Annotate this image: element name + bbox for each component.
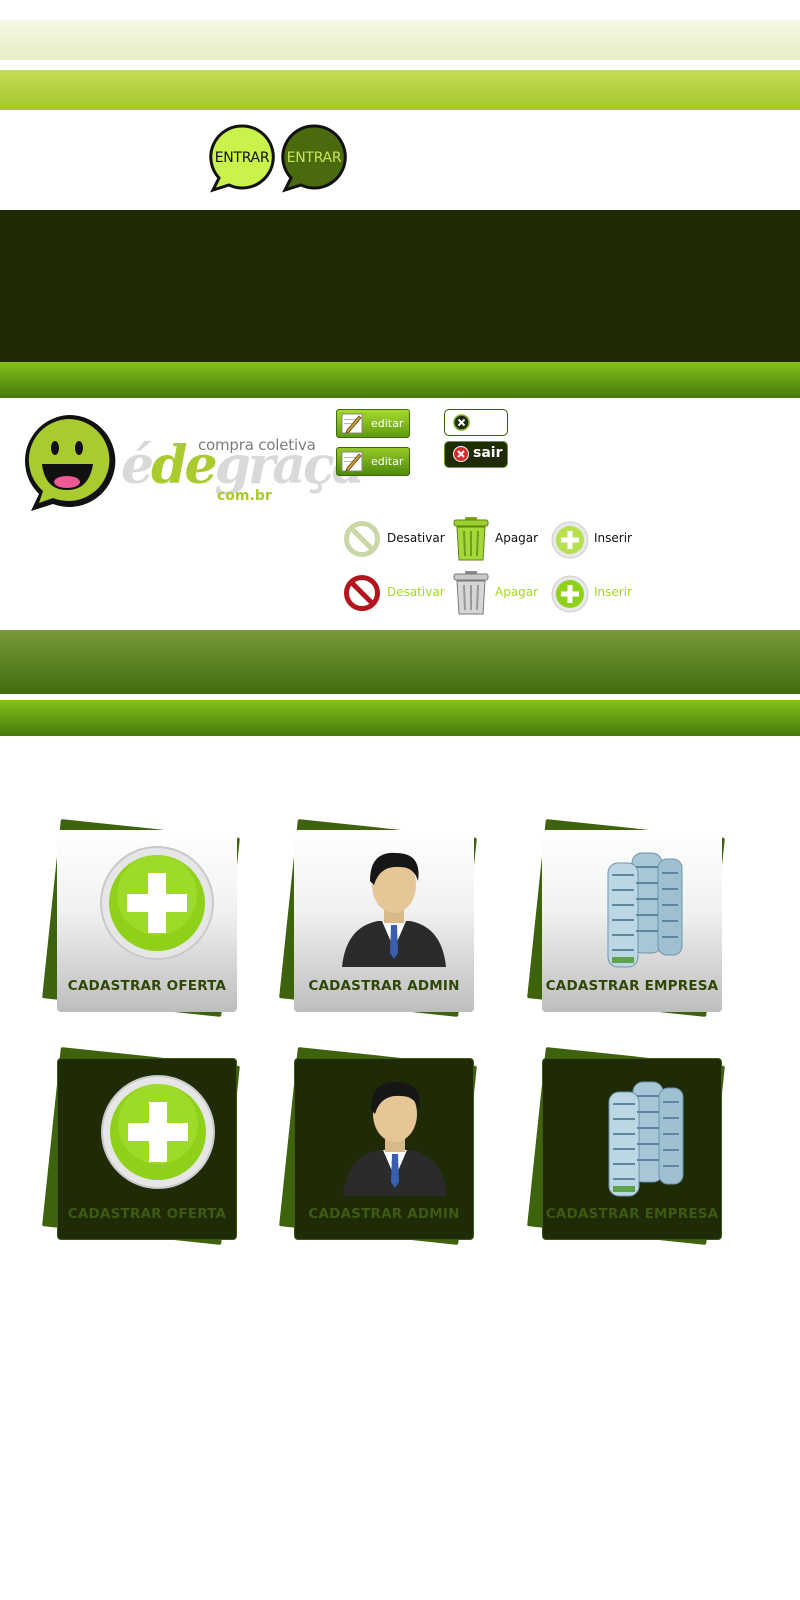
user-admin-icon bbox=[343, 1081, 447, 1196]
insert-action-label: Inserir bbox=[594, 531, 632, 545]
green-gradient-band bbox=[0, 700, 800, 736]
enter-button-hover-label: ENTRAR bbox=[286, 150, 342, 166]
close-circle-icon bbox=[453, 446, 469, 462]
trash-icon bbox=[453, 517, 489, 561]
logo-domain: com.br bbox=[217, 488, 272, 504]
disable-icon bbox=[344, 575, 380, 611]
edit-pencil-icon bbox=[341, 413, 363, 434]
disable-action-label: Desativar bbox=[387, 531, 445, 545]
green-band-large bbox=[0, 630, 800, 694]
card-register-offer-hover[interactable]: CADASTRAR OFERTA bbox=[42, 1046, 253, 1256]
buildings-icon bbox=[608, 1081, 684, 1197]
disable-action-hover[interactable] bbox=[343, 574, 381, 612]
card-caption: CADASTRAR EMPRESA bbox=[545, 978, 719, 994]
logout-button-label: sair bbox=[473, 445, 503, 461]
insert-action[interactable] bbox=[550, 520, 590, 560]
card-register-admin[interactable]: CADASTRAR ADMIN bbox=[279, 818, 490, 1028]
edit-button-hover[interactable]: editar bbox=[336, 447, 410, 476]
plus-circle-icon bbox=[101, 1075, 215, 1189]
edit-button-hover-label: editar bbox=[371, 455, 404, 468]
logo-wordmark: édegraça bbox=[121, 435, 365, 496]
trash-icon bbox=[453, 571, 489, 615]
top-pale-band bbox=[0, 20, 800, 60]
delete-action[interactable] bbox=[451, 516, 491, 562]
logout-button[interactable]: sair bbox=[444, 441, 508, 468]
delete-action-label: Apagar bbox=[495, 531, 539, 545]
smiley-logo-icon bbox=[17, 412, 117, 512]
logo-word-de: de bbox=[151, 435, 217, 496]
enter-button-label: ENTRAR bbox=[214, 150, 270, 166]
logo-word-e: é bbox=[121, 435, 154, 496]
enter-button[interactable]: ENTRAR bbox=[207, 123, 277, 193]
dark-band bbox=[0, 210, 800, 362]
card-caption: CADASTRAR ADMIN bbox=[308, 978, 460, 994]
top-lime-band bbox=[0, 70, 800, 110]
logout-button-outline[interactable] bbox=[444, 409, 508, 436]
close-circle-icon bbox=[453, 414, 470, 431]
insert-action-hover-label: Inserir bbox=[594, 585, 632, 599]
edit-button-label: editar bbox=[371, 417, 404, 430]
card-register-admin-hover[interactable]: CADASTRAR ADMIN bbox=[279, 1046, 490, 1256]
card-caption: CADASTRAR OFERTA bbox=[67, 1206, 227, 1222]
card-caption: CADASTRAR EMPRESA bbox=[545, 1206, 719, 1222]
insert-action-hover[interactable] bbox=[550, 574, 590, 614]
edit-button[interactable]: editar bbox=[336, 409, 410, 438]
card-register-company[interactable]: CADASTRAR EMPRESA bbox=[527, 818, 738, 1028]
card-caption: CADASTRAR OFERTA bbox=[67, 978, 227, 994]
buildings-icon bbox=[607, 852, 683, 968]
enter-button-hover[interactable]: ENTRAR bbox=[279, 123, 349, 193]
delete-action-hover-label: Apagar bbox=[495, 585, 539, 599]
plus-circle-icon bbox=[551, 521, 589, 559]
user-admin-icon bbox=[342, 852, 446, 967]
disable-icon bbox=[344, 521, 380, 557]
disable-action[interactable] bbox=[343, 520, 381, 558]
green-gradient-band bbox=[0, 362, 800, 398]
plus-circle-icon bbox=[551, 575, 589, 613]
plus-circle-icon bbox=[100, 846, 214, 960]
edit-pencil-icon bbox=[341, 451, 363, 472]
disable-action-hover-label: Desativar bbox=[387, 585, 445, 599]
delete-action-hover[interactable] bbox=[451, 570, 491, 616]
card-register-company-hover[interactable]: CADASTRAR EMPRESA bbox=[527, 1046, 738, 1256]
card-register-offer[interactable]: CADASTRAR OFERTA bbox=[42, 818, 253, 1028]
card-caption: CADASTRAR ADMIN bbox=[308, 1206, 460, 1222]
